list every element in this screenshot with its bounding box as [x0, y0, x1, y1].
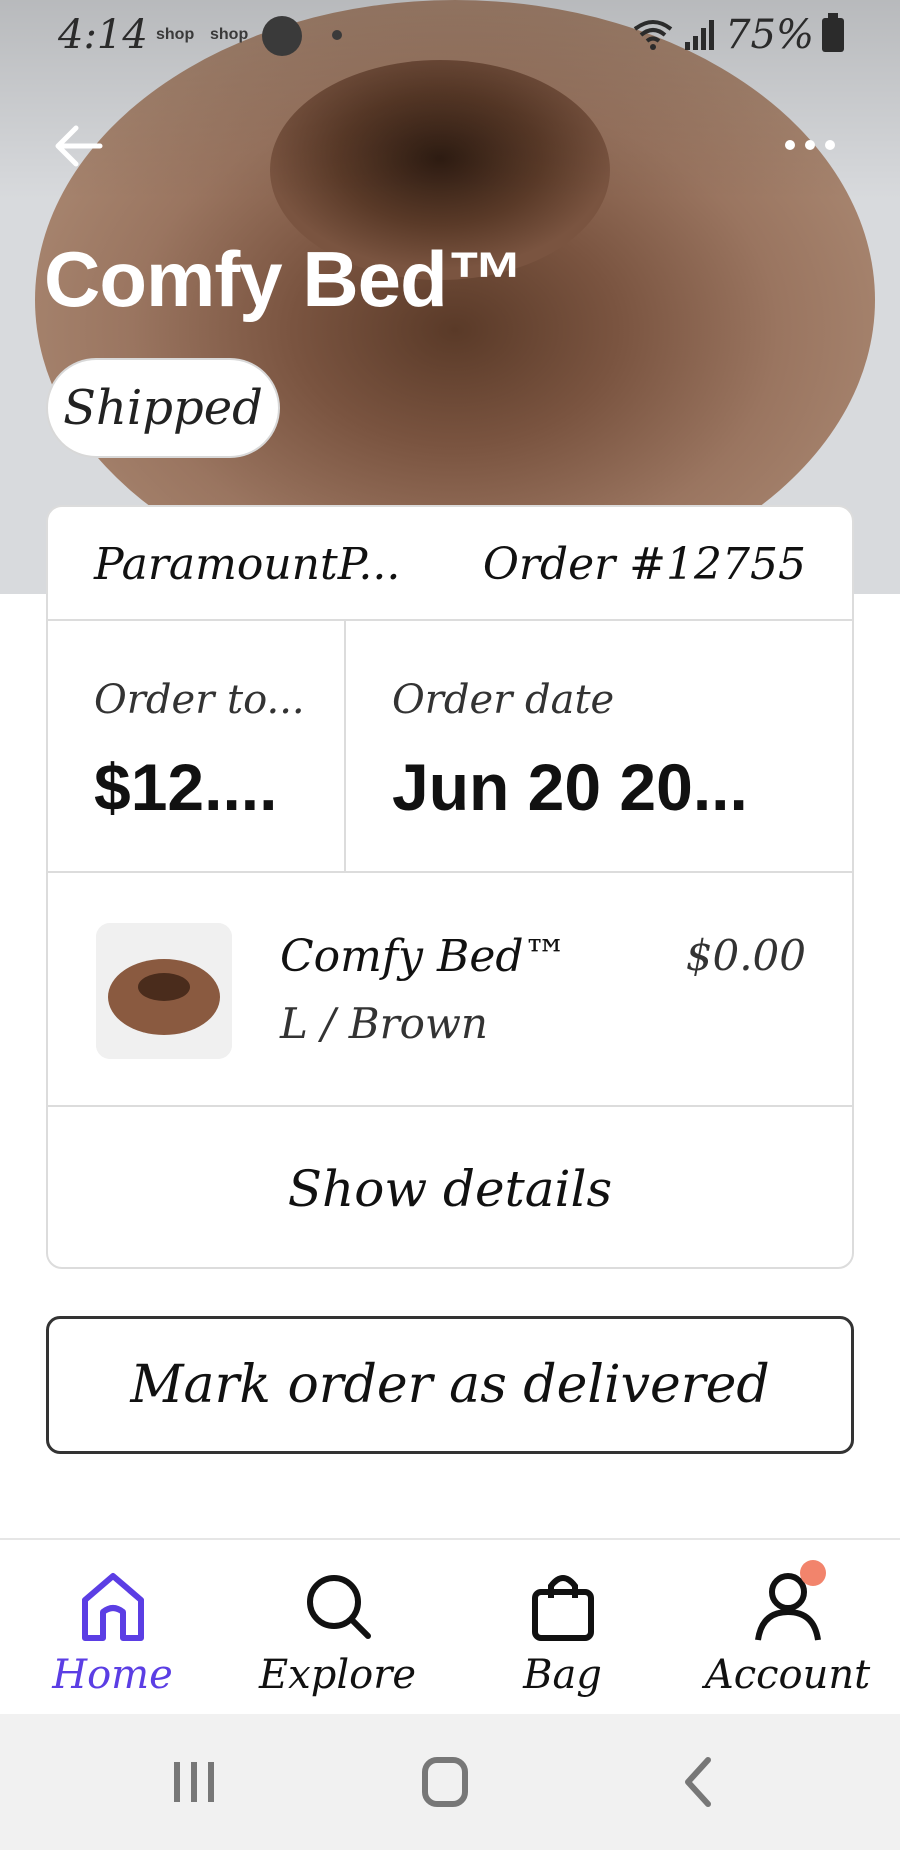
- merchant-name[interactable]: ParamountP...: [94, 539, 400, 590]
- page-title: Comfy Bed™: [44, 235, 525, 323]
- line-item[interactable]: Comfy Bed™ L / Brown $0.00: [48, 873, 852, 1107]
- notification-shop-1: shop: [156, 26, 195, 43]
- battery-percent: 75%: [725, 12, 814, 58]
- signal-icon: [685, 20, 715, 50]
- order-number: Order #12755: [482, 539, 806, 590]
- order-date-label: Order date: [392, 677, 615, 723]
- order-summary: Order to... $12.... Order date Jun 20 20…: [48, 621, 852, 873]
- mark-delivered-button[interactable]: Mark order as delivered: [46, 1316, 854, 1454]
- order-date-cell: Order date Jun 20 20...: [346, 621, 852, 871]
- item-thumbnail: [96, 923, 232, 1059]
- product-thumbnail-image: [96, 923, 232, 1059]
- order-card-header: ParamountP... Order #12755: [48, 507, 852, 621]
- account-notification-badge: [800, 1560, 826, 1586]
- order-date-value: Jun 20 20...: [392, 750, 748, 824]
- system-nav-bar: [0, 1714, 900, 1850]
- back-arrow-icon[interactable]: [50, 118, 106, 174]
- recent-apps-icon[interactable]: [154, 1744, 234, 1820]
- nav-home[interactable]: Home: [0, 1540, 225, 1716]
- item-price: $0.00: [685, 931, 806, 980]
- notification-shop-2: shop: [210, 26, 249, 43]
- show-details-button[interactable]: Show details: [48, 1107, 852, 1267]
- home-icon: [82, 1573, 144, 1641]
- order-total-cell: Order to... $12....: [48, 621, 346, 871]
- phone-icon: [262, 16, 302, 56]
- item-name: Comfy Bed™: [280, 931, 568, 982]
- more-options-icon[interactable]: [780, 120, 840, 170]
- order-total-label: Order to...: [94, 677, 305, 723]
- nav-explore-label: Explore: [258, 1652, 417, 1698]
- wifi-icon: [633, 20, 673, 50]
- nav-account[interactable]: Account: [675, 1540, 900, 1716]
- nav-bag-label: Bag: [523, 1652, 602, 1698]
- back-button-icon[interactable]: [658, 1744, 738, 1820]
- battery-icon: [822, 13, 844, 52]
- status-right-group: 75%: [631, 12, 844, 58]
- status-time: 4:14: [58, 12, 148, 58]
- notification-dot-icon: [332, 30, 342, 40]
- order-total-value: $12....: [94, 750, 278, 824]
- item-variant: L / Brown: [280, 999, 488, 1048]
- bag-icon: [532, 1575, 594, 1641]
- home-button-icon[interactable]: [405, 1744, 485, 1820]
- nav-account-label: Account: [704, 1652, 871, 1698]
- nav-home-label: Home: [52, 1652, 173, 1698]
- search-icon: [307, 1575, 371, 1639]
- status-badge: Shipped: [46, 358, 280, 458]
- order-card: ParamountP... Order #12755 Order to... $…: [46, 505, 854, 1269]
- status-bar: 4:14 shop shop 75%: [0, 0, 900, 72]
- nav-explore[interactable]: Explore: [225, 1540, 450, 1716]
- bottom-nav: Home Explore Bag Account: [0, 1538, 900, 1714]
- nav-bag[interactable]: Bag: [450, 1540, 675, 1716]
